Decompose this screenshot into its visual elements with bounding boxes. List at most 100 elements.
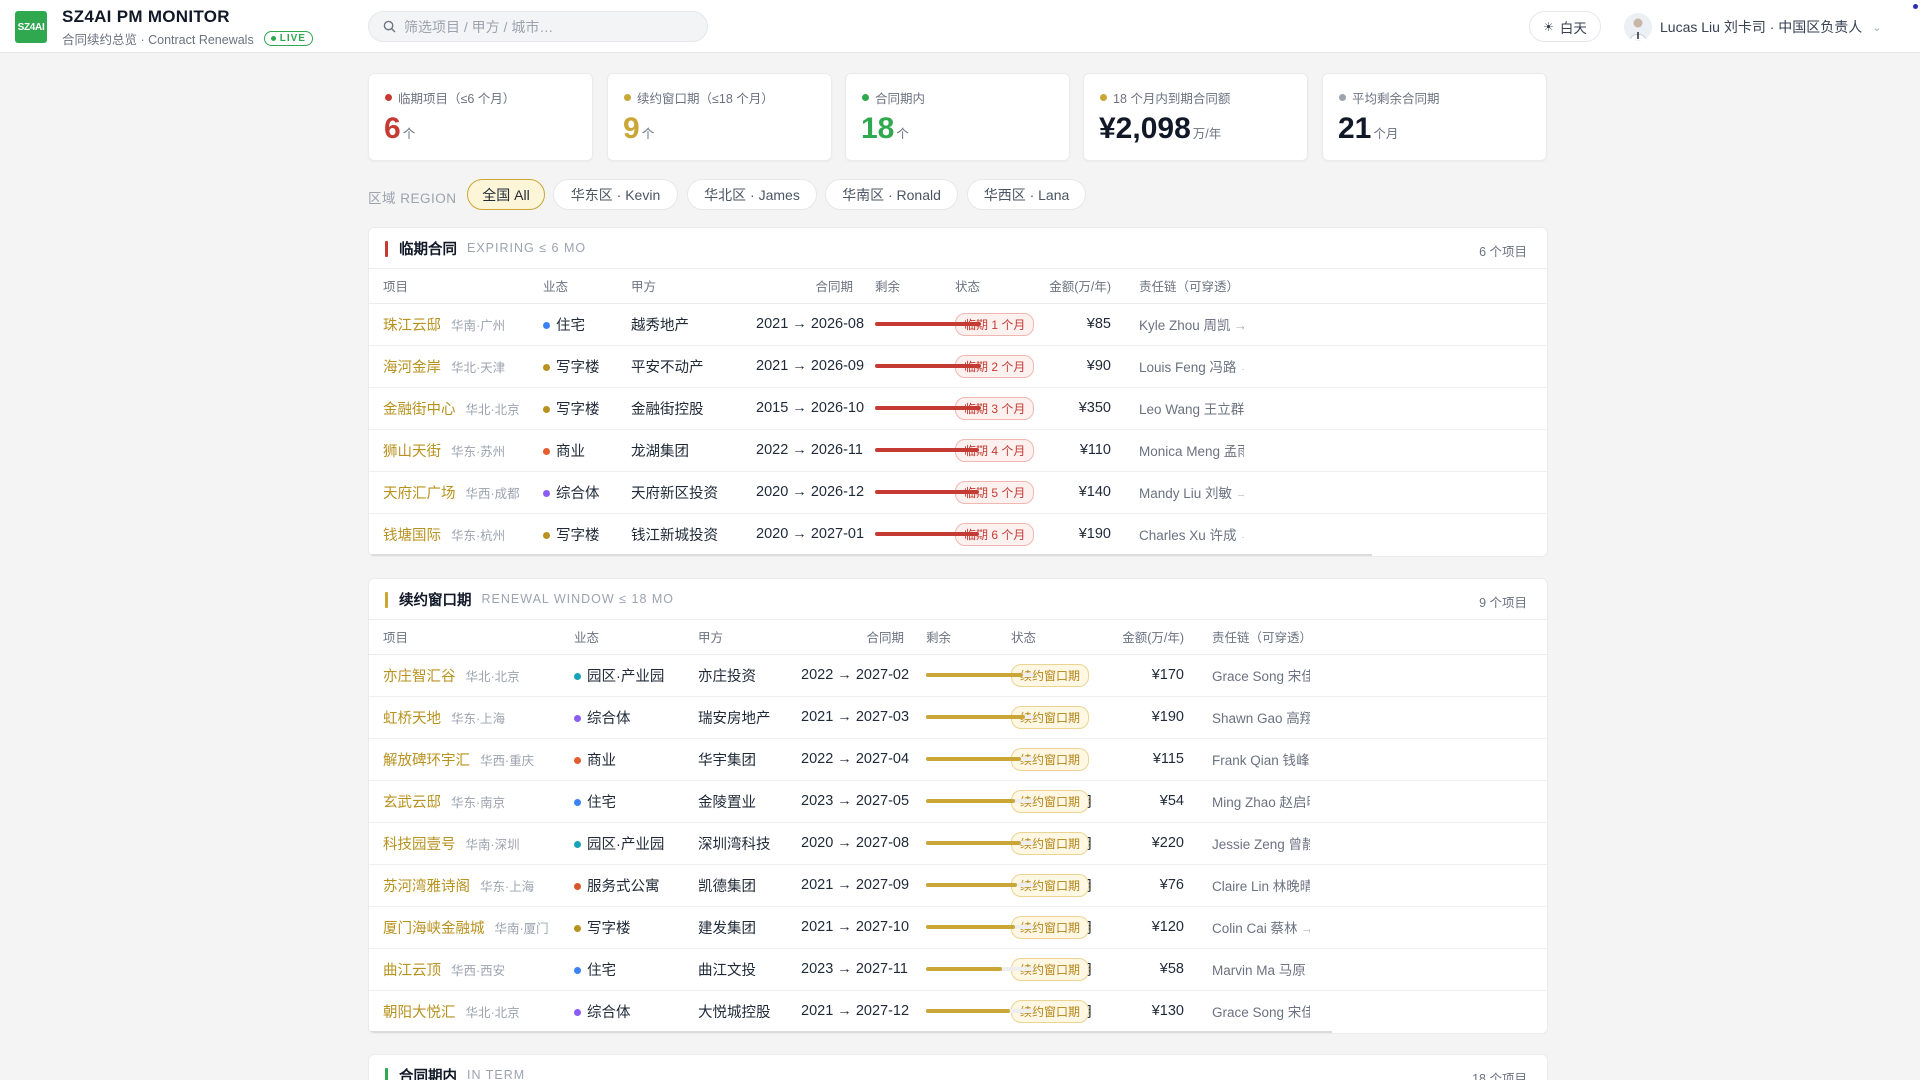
project-link[interactable]: 天府汇广场 <box>383 486 456 502</box>
column-header[interactable]: 合同期 <box>801 620 922 655</box>
project-link[interactable]: 厦门海峡金融城 <box>383 921 485 937</box>
column-header[interactable]: 业态 <box>543 269 631 304</box>
chain-owner[interactable]: Monica Meng 孟雨桐 <box>1139 444 1244 459</box>
chain-owner[interactable]: Grace Song 宋佳 <box>1212 1005 1310 1020</box>
project-link[interactable]: 朝阳大悦汇 <box>383 1005 456 1021</box>
type-dot-icon <box>574 924 581 932</box>
responsibility-chain-cell[interactable]: Leo Wang 王立群→Cherry Han 韩笑→ <box>1125 387 1244 430</box>
table-row[interactable]: 朝阳大悦汇华北·北京综合体大悦城控股2021 → 2027-1217 个月续约窗… <box>369 990 1547 1032</box>
chain-owner[interactable]: Frank Qian 钱峰 <box>1212 753 1310 768</box>
responsibility-chain-cell[interactable]: Jessie Zeng 曾静→Howard <box>1198 822 1310 865</box>
responsibility-chain-cell[interactable]: Ming Zhao 赵启明→Sherry <box>1198 780 1310 823</box>
column-header[interactable]: 责任链（可穿透） <box>1198 620 1310 655</box>
project-link[interactable]: 亦庄智汇谷 <box>383 669 456 685</box>
chain-owner[interactable]: Kyle Zhou 周凯 <box>1139 318 1231 333</box>
table-row[interactable]: 虹桥天地华东·上海综合体瑞安房地产2021 → 2027-038 个月续约窗口期… <box>369 696 1547 739</box>
column-header[interactable]: 合同期 <box>756 269 871 304</box>
chain-owner[interactable]: Grace Song 宋佳 <box>1212 669 1310 684</box>
column-header[interactable]: 状态 <box>931 269 1043 304</box>
responsibility-chain-cell[interactable]: Claire Lin 林晚晴→Gordon <box>1198 864 1310 907</box>
table-row[interactable]: 玄武云邸华东·南京住宅金陵置业2023 → 2027-0510 个月续约窗口期¥… <box>369 780 1547 823</box>
region-pill[interactable]: 华东区 · Kevin <box>553 179 678 210</box>
region-pill[interactable]: 华北区 · James <box>687 179 817 210</box>
app-logo[interactable]: SZ4AI <box>15 11 47 43</box>
chain-owner[interactable]: Jessie Zeng 曾静 <box>1212 837 1310 852</box>
column-header[interactable]: 状态 <box>987 620 1122 655</box>
chain-owner[interactable]: Ming Zhao 赵启明 <box>1212 795 1310 810</box>
chain-owner[interactable]: Claire Lin 林晚晴 <box>1212 879 1310 894</box>
kpi-number: 18 <box>861 112 895 145</box>
table-row[interactable]: 钱塘国际华东·杭州写字楼钱江新城投资2020 → 2027-016 个月临期 6… <box>369 513 1547 555</box>
project-link[interactable]: 海河金岸 <box>383 360 441 376</box>
column-header[interactable]: 项目 <box>369 620 574 655</box>
remaining-bar-fill <box>875 322 981 326</box>
responsibility-chain-cell[interactable]: Grace Song 宋佳→Cherry <box>1198 990 1310 1032</box>
type-label: 商业 <box>556 443 585 460</box>
search-box[interactable] <box>368 11 708 42</box>
table-row[interactable]: 珠江云邸华南·广州住宅越秀地产2021 → 2026-081 个月临期 1 个月… <box>369 303 1547 346</box>
period-cell: 2022 → 2027-04 <box>801 738 922 781</box>
project-link[interactable]: 科技园壹号 <box>383 837 456 853</box>
column-header[interactable]: 责任链（可穿透） <box>1125 269 1244 304</box>
region-pill[interactable]: 华西区 · Lana <box>967 179 1086 210</box>
table-row[interactable]: 金融街中心华北·北京写字楼金融街控股2015 → 2026-103 个月临期 3… <box>369 387 1547 430</box>
region-pill[interactable]: 全国 All <box>467 179 545 210</box>
responsibility-chain-cell[interactable]: Colin Cai 蔡林→Lena Qin <box>1198 906 1310 949</box>
remaining-bar-fill <box>926 967 1002 971</box>
project-link[interactable]: 曲江云顶 <box>383 963 441 979</box>
theme-toggle-button[interactable]: ☀ 白天 <box>1529 11 1601 42</box>
responsibility-chain-cell[interactable]: Marvin Ma 马原→Tina Tia <box>1198 948 1310 991</box>
column-header[interactable]: 业态 <box>574 620 698 655</box>
table-row[interactable]: 海河金岸华北·天津写字楼平安不动产2021 → 2026-092 个月临期 2 … <box>369 345 1547 388</box>
search-input[interactable] <box>404 18 684 35</box>
amount-cell: ¥140 <box>1043 471 1125 514</box>
column-header[interactable]: 剩余 <box>922 620 987 655</box>
region-pill[interactable]: 华南区 · Ronald <box>825 179 958 210</box>
horizontal-scrollbar[interactable] <box>369 1031 1332 1033</box>
responsibility-chain-cell[interactable]: Kyle Zhou 周凯→Lena Qin 秦岚→ <box>1125 303 1244 346</box>
responsibility-chain-cell[interactable]: Charles Xu 许成→Sherry Ouyang 欧→ <box>1125 513 1244 555</box>
table-row[interactable]: 天府汇广场华西·成都综合体天府新区投资2020 → 2026-125 个月临期 … <box>369 471 1547 514</box>
responsibility-chain-cell[interactable]: Frank Qian 钱峰→Tina Tia <box>1198 738 1310 781</box>
responsibility-chain-cell[interactable]: Louis Feng 冯路→Cherry Han 韩笑→ <box>1125 345 1244 388</box>
user-menu[interactable]: Lucas Liu 刘卡司 · 中国区负责人 ⌄ <box>1624 12 1881 42</box>
kpi-card: 续约窗口期（≤18 个月） 9 个 <box>607 73 832 161</box>
column-header[interactable]: 甲方 <box>698 620 801 655</box>
table-row[interactable]: 曲江云顶华西·西安住宅曲江文投2023 → 2027-1116 个月续约窗口期¥… <box>369 948 1547 991</box>
chain-owner[interactable]: Marvin Ma 马原 <box>1212 963 1306 978</box>
project-link[interactable]: 解放碑环宇汇 <box>383 753 470 769</box>
project-link[interactable]: 玄武云邸 <box>383 795 441 811</box>
live-dot-icon <box>270 36 276 41</box>
column-header[interactable]: 金额(万/年) <box>1122 620 1198 655</box>
chain-owner[interactable]: Shawn Gao 高翔 <box>1212 711 1310 726</box>
project-link[interactable]: 金融街中心 <box>383 402 456 418</box>
column-header[interactable]: 项目 <box>369 269 543 304</box>
project-location: 华南·广州 <box>451 318 506 333</box>
table-row[interactable]: 苏河湾雅诗阁华东·上海服务式公寓凯德集团2021 → 2027-0914 个月续… <box>369 864 1547 907</box>
project-link[interactable]: 狮山天街 <box>383 444 441 460</box>
kpi-card: 合同期内 18 个 <box>845 73 1070 161</box>
responsibility-chain-cell[interactable]: Shawn Gao 高翔→Gordon <box>1198 696 1310 739</box>
chain-owner[interactable]: Mandy Liu 刘敏 <box>1139 486 1232 501</box>
column-header[interactable]: 剩余 <box>871 269 931 304</box>
chain-owner[interactable]: Colin Cai 蔡林 <box>1212 921 1298 936</box>
table-row[interactable]: 科技园壹号华南·深圳园区·产业园深圳湾科技2020 → 2027-0813 个月… <box>369 822 1547 865</box>
table-row[interactable]: 厦门海峡金融城华南·厦门写字楼建发集团2021 → 2027-1015 个月续约… <box>369 906 1547 949</box>
responsibility-chain-cell[interactable]: Monica Meng 孟雨桐→Sherry Ouyang→ <box>1125 429 1244 472</box>
column-header[interactable]: 金额(万/年) <box>1043 269 1125 304</box>
project-link[interactable]: 苏河湾雅诗阁 <box>383 879 470 895</box>
project-link[interactable]: 虹桥天地 <box>383 711 441 727</box>
remaining-bar-fill <box>926 925 1015 929</box>
table-row[interactable]: 狮山天街华东·苏州商业龙湖集团2022 → 2026-114 个月临期 4 个月… <box>369 429 1547 472</box>
table-row[interactable]: 解放碑环宇汇华西·重庆商业华宇集团2022 → 2027-049 个月续约窗口期… <box>369 738 1547 781</box>
chain-owner[interactable]: Charles Xu 许成 <box>1139 528 1237 543</box>
column-header[interactable]: 甲方 <box>631 269 756 304</box>
chain-owner[interactable]: Leo Wang 王立群 <box>1139 402 1244 417</box>
chain-owner[interactable]: Louis Feng 冯路 <box>1139 360 1237 375</box>
horizontal-scrollbar[interactable] <box>369 554 1372 556</box>
project-link[interactable]: 珠江云邸 <box>383 318 441 334</box>
table-row[interactable]: 亦庄智汇谷华北·北京园区·产业园亦庄投资2022 → 2027-027 个月续约… <box>369 654 1547 697</box>
responsibility-chain-cell[interactable]: Grace Song 宋佳→Cherry <box>1198 654 1310 697</box>
responsibility-chain-cell[interactable]: Mandy Liu 刘敏→Tina Tian 田甜→ <box>1125 471 1244 514</box>
project-link[interactable]: 钱塘国际 <box>383 528 441 544</box>
